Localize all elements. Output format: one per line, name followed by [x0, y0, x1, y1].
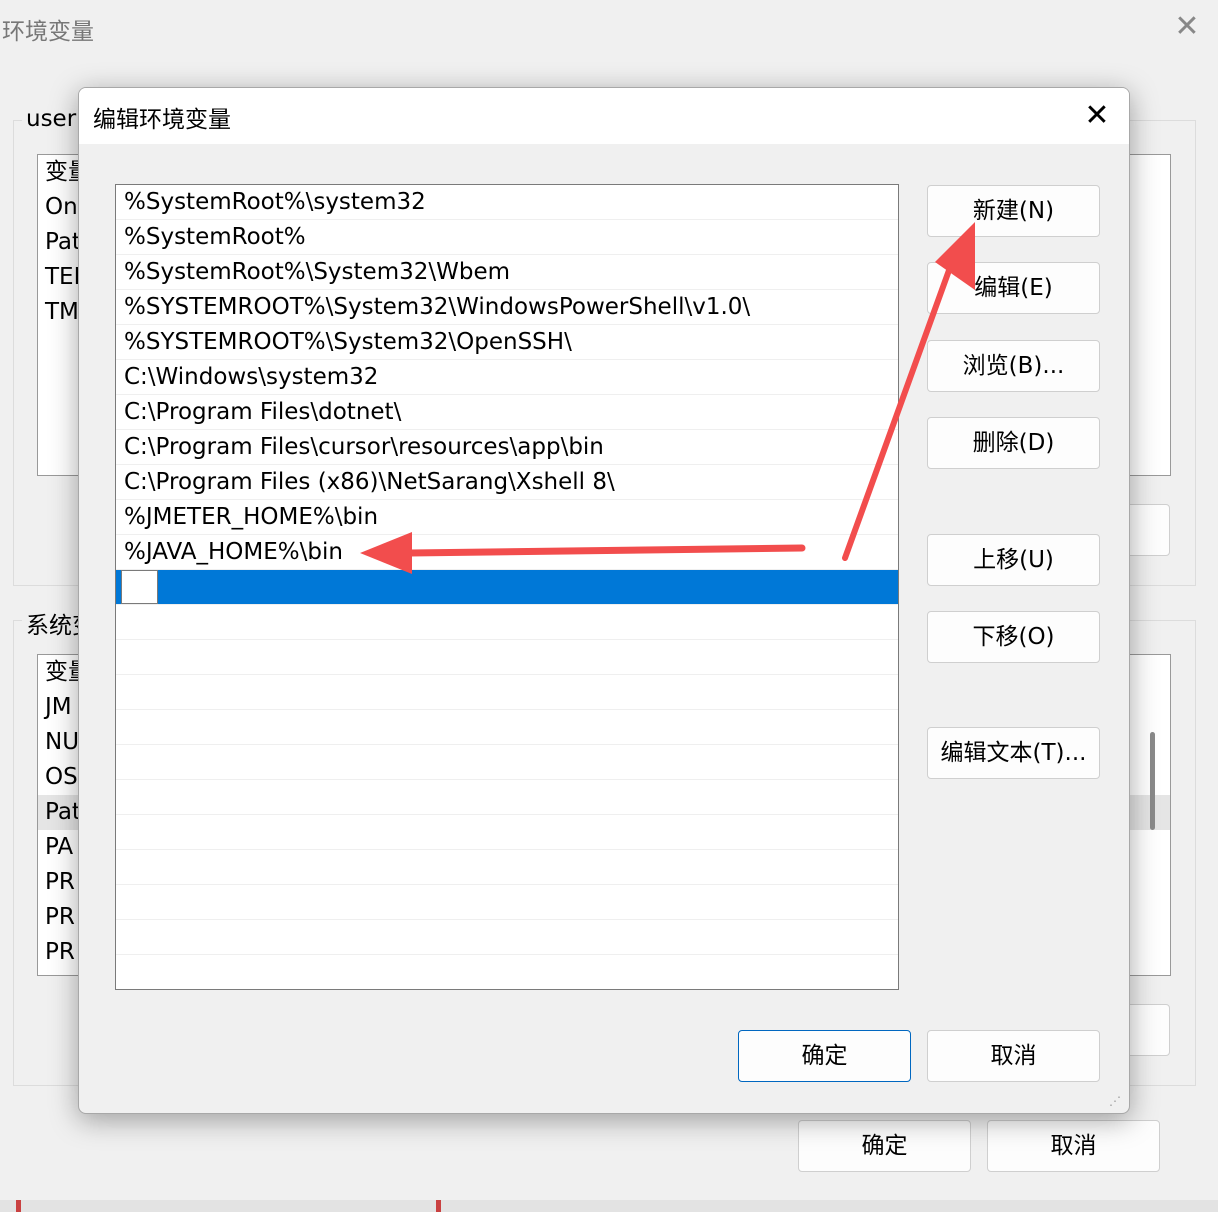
empty-row [116, 745, 898, 780]
cancel-button[interactable]: 取消 [987, 1120, 1160, 1172]
path-item[interactable]: C:\Program Files\cursor\resources\app\bi… [116, 430, 898, 465]
empty-row [116, 850, 898, 885]
path-item[interactable]: %SystemRoot%\System32\Wbem [116, 255, 898, 290]
ok-button[interactable]: 确定 [738, 1030, 911, 1082]
ok-button[interactable]: 确定 [798, 1120, 971, 1172]
path-item[interactable]: C:\Program Files\dotnet\ [116, 395, 898, 430]
empty-row [116, 780, 898, 815]
strip-marker [16, 1200, 21, 1212]
close-icon[interactable]: ✕ [1079, 98, 1115, 134]
path-item[interactable]: %SystemRoot% [116, 220, 898, 255]
resize-grip-icon[interactable]: ⋰ [1109, 1093, 1125, 1109]
empty-row [116, 955, 898, 989]
path-item[interactable]: %JAVA_HOME%\bin [116, 535, 898, 570]
empty-row [116, 710, 898, 745]
dialog-titlebar: 编辑环境变量 ✕ [79, 88, 1129, 144]
edit-environment-variable-dialog: 编辑环境变量 ✕ %SystemRoot%\system32 %SystemRo… [78, 87, 1130, 1114]
move-down-button[interactable]: 下移(O) [927, 611, 1100, 663]
path-item[interactable]: %SYSTEMROOT%\System32\OpenSSH\ [116, 325, 898, 360]
edit-text-button[interactable]: 编辑文本(T)... [927, 727, 1100, 779]
strip-marker [436, 1200, 441, 1212]
path-edit-input[interactable] [121, 570, 158, 604]
taskbar-strip [0, 1200, 1218, 1212]
delete-button[interactable]: 删除(D) [927, 417, 1100, 469]
user-variables-label: user [22, 106, 81, 132]
dialog-title: 编辑环境变量 [93, 107, 231, 133]
empty-row [116, 640, 898, 675]
empty-row [116, 920, 898, 955]
path-item[interactable]: C:\Program Files (x86)\NetSarang\Xshell … [116, 465, 898, 500]
path-item-editing[interactable] [116, 570, 898, 605]
new-button[interactable]: 新建(N) [927, 185, 1100, 237]
close-icon[interactable]: ✕ [1170, 10, 1204, 44]
path-item[interactable]: C:\Windows\system32 [116, 360, 898, 395]
window-title: 环境变量 [2, 19, 94, 45]
empty-row [116, 605, 898, 640]
path-item[interactable]: %SystemRoot%\system32 [116, 185, 898, 220]
cancel-button[interactable]: 取消 [927, 1030, 1100, 1082]
scrollbar-thumb[interactable] [1150, 732, 1155, 830]
edit-button[interactable]: 编辑(E) [927, 262, 1100, 314]
empty-row [116, 675, 898, 710]
path-list[interactable]: %SystemRoot%\system32 %SystemRoot% %Syst… [115, 184, 899, 990]
path-item[interactable]: %JMETER_HOME%\bin [116, 500, 898, 535]
path-item[interactable]: %SYSTEMROOT%\System32\WindowsPowerShell\… [116, 290, 898, 325]
browse-button[interactable]: 浏览(B)... [927, 340, 1100, 392]
empty-row [116, 815, 898, 850]
empty-row [116, 885, 898, 920]
move-up-button[interactable]: 上移(U) [927, 534, 1100, 586]
